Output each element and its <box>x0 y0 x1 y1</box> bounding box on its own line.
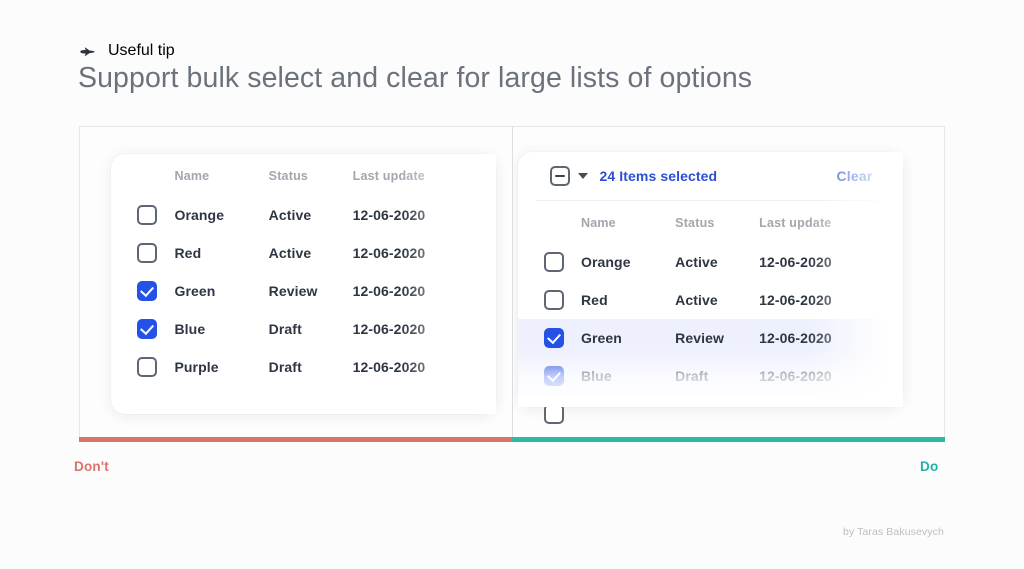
row-status: Draft <box>269 310 353 348</box>
row-date <box>759 395 902 433</box>
checkbox-checked-icon[interactable] <box>544 366 564 386</box>
checkbox-unchecked-icon[interactable] <box>544 290 564 310</box>
row-status: Draft <box>269 348 353 386</box>
checkbox-checked-icon[interactable] <box>137 319 157 339</box>
row-name: Orange <box>174 196 268 234</box>
column-header-date: Last update <box>353 156 496 196</box>
row-name: Blue <box>174 310 268 348</box>
row-status: Active <box>269 196 353 234</box>
row-checkbox-cell[interactable] <box>518 357 581 395</box>
options-table-do: Name Status Last update Orange Active <box>518 203 903 433</box>
selected-count-label: 24 Items selected <box>600 168 718 184</box>
row-checkbox-cell[interactable] <box>111 272 174 310</box>
row-status: Active <box>269 234 353 272</box>
row-checkbox-cell[interactable] <box>518 319 581 357</box>
options-table-dont: Name Status Last update Orange Active 12… <box>111 156 496 386</box>
row-date: 12-06-2020 <box>759 281 902 319</box>
clear-selection-button[interactable]: Clear <box>836 168 872 184</box>
table-row[interactable]: Red Active 12-06-2020 <box>518 281 903 319</box>
row-date: 12-06-2020 <box>353 196 496 234</box>
column-header-check <box>518 203 581 243</box>
chevron-down-icon[interactable] <box>578 173 588 179</box>
column-header-name: Name <box>581 203 675 243</box>
row-date: 12-06-2020 <box>353 310 496 348</box>
column-header-name: Name <box>174 156 268 196</box>
table-row[interactable]: Green Review 12-06-2020 <box>518 319 903 357</box>
page-title: Support bulk select and clear for large … <box>78 62 752 95</box>
row-date: 12-06-2020 <box>353 348 496 386</box>
row-name: Green <box>174 272 268 310</box>
checkbox-unchecked-icon[interactable] <box>137 357 157 377</box>
table-row-partial[interactable] <box>518 395 903 433</box>
comparison-frame: Name Status Last update Orange Active 12… <box>79 126 945 437</box>
row-checkbox-cell[interactable] <box>518 243 581 281</box>
table-header-row: Name Status Last update <box>111 156 496 196</box>
do-label: Do <box>920 459 938 474</box>
checkbox-unchecked-icon[interactable] <box>544 252 564 272</box>
do-panel: 24 Items selected Clear Name Status Last… <box>512 127 945 437</box>
useful-tip-label: Useful tip <box>108 42 175 60</box>
row-date: 12-06-2020 <box>759 243 902 281</box>
row-date: 12-06-2020 <box>353 272 496 310</box>
table-row[interactable]: Blue Draft 12-06-2020 <box>111 310 496 348</box>
dont-panel: Name Status Last update Orange Active 12… <box>80 127 512 437</box>
table-row[interactable]: Purple Draft 12-06-2020 <box>111 348 496 386</box>
checkbox-unchecked-icon[interactable] <box>544 404 564 424</box>
column-header-date: Last update <box>759 203 902 243</box>
row-checkbox-cell[interactable] <box>518 395 581 433</box>
checkbox-unchecked-icon[interactable] <box>137 243 157 263</box>
row-checkbox-cell[interactable] <box>111 348 174 386</box>
row-name: Red <box>174 234 268 272</box>
row-status: Active <box>675 243 759 281</box>
row-name: Orange <box>581 243 675 281</box>
options-list-card-dont: Name Status Last update Orange Active 12… <box>111 154 496 414</box>
row-status: Review <box>675 319 759 357</box>
column-header-check <box>111 156 174 196</box>
checkbox-checked-icon[interactable] <box>544 328 564 348</box>
do-accent-bar <box>512 437 945 442</box>
column-header-status: Status <box>675 203 759 243</box>
column-header-status: Status <box>269 156 353 196</box>
options-table-body-do: Orange Active 12-06-2020 Red Active 12-0… <box>518 243 903 433</box>
table-row[interactable]: Green Review 12-06-2020 <box>111 272 496 310</box>
table-row[interactable]: Blue Draft 12-06-2020 <box>518 357 903 395</box>
options-list-card-do: 24 Items selected Clear Name Status Last… <box>518 152 903 407</box>
credit-line: by Taras Bakusevych <box>843 526 944 538</box>
row-date: 12-06-2020 <box>353 234 496 272</box>
row-checkbox-cell[interactable] <box>518 281 581 319</box>
row-name: Red <box>581 281 675 319</box>
row-status: Draft <box>675 357 759 395</box>
checkbox-checked-icon[interactable] <box>137 281 157 301</box>
table-header-row: Name Status Last update <box>518 203 903 243</box>
row-checkbox-cell[interactable] <box>111 310 174 348</box>
useful-tip-row: Useful tip <box>79 41 175 61</box>
verdict-bars <box>79 437 945 442</box>
select-all-checkbox-indeterminate[interactable] <box>550 166 570 186</box>
row-name: Green <box>581 319 675 357</box>
pointing-hand-icon <box>79 43 99 59</box>
bulk-selection-bar: 24 Items selected Clear <box>518 152 903 200</box>
row-date: 12-06-2020 <box>759 319 902 357</box>
row-checkbox-cell[interactable] <box>111 234 174 272</box>
row-date: 12-06-2020 <box>759 357 902 395</box>
row-name <box>581 395 675 433</box>
table-row[interactable]: Orange Active 12-06-2020 <box>111 196 496 234</box>
row-checkbox-cell[interactable] <box>111 196 174 234</box>
options-table-body-dont: Orange Active 12-06-2020 Red Active 12-0… <box>111 196 496 386</box>
table-row[interactable]: Red Active 12-06-2020 <box>111 234 496 272</box>
row-name: Purple <box>174 348 268 386</box>
row-status: Active <box>675 281 759 319</box>
row-status: Review <box>269 272 353 310</box>
row-status <box>675 395 759 433</box>
dont-accent-bar <box>79 437 512 442</box>
table-row[interactable]: Orange Active 12-06-2020 <box>518 243 903 281</box>
dont-label: Don't <box>74 459 109 474</box>
checkbox-unchecked-icon[interactable] <box>137 205 157 225</box>
row-name: Blue <box>581 357 675 395</box>
